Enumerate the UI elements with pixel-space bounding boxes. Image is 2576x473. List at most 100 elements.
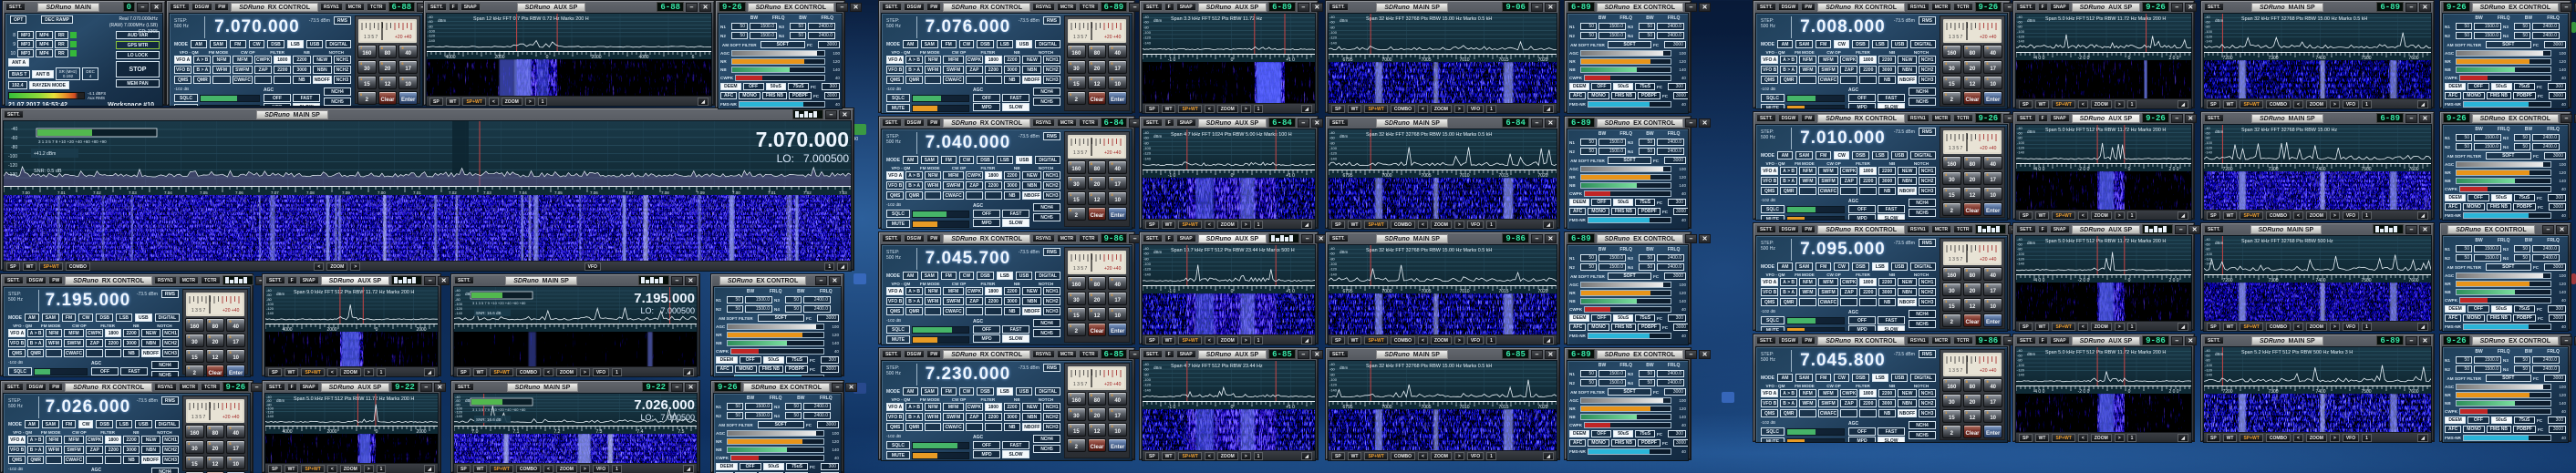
svg-text:-120: -120 xyxy=(8,163,17,169)
svg-text:-120: -120 xyxy=(1329,36,1338,40)
svg-text:Span 32 kHz FFT 32768 Pts RB: Span 32 kHz FFT 32768 Pts RBW 15.00 Hz M… xyxy=(1366,132,1492,138)
svg-text:-100: -100 xyxy=(2017,252,2025,256)
svg-text:7.4: 7.4 xyxy=(637,429,644,434)
svg-text:2 0 0: 2 0 0 xyxy=(2168,56,2178,60)
svg-text:+1 0: +1 0 xyxy=(1286,173,1295,178)
svg-text:7500: 7500 xyxy=(2361,167,2371,171)
svg-text:-60: -60 xyxy=(2205,19,2211,24)
svg-text:7.3: 7.3 xyxy=(596,429,603,434)
svg-text:-100: -100 xyxy=(2017,363,2025,367)
svg-text:-100: -100 xyxy=(2205,29,2213,34)
svg-text:-100: -100 xyxy=(1143,262,1152,266)
svg-text:4000: 4000 xyxy=(282,429,292,434)
svg-text:7015: 7015 xyxy=(1498,173,1508,178)
svg-text:7500: 7500 xyxy=(2361,389,2371,394)
svg-text:7.02: 7.02 xyxy=(93,190,101,195)
svg-text:-100: -100 xyxy=(2205,363,2213,367)
svg-text:7.1: 7.1 xyxy=(513,429,520,434)
svg-text:7000: 7000 xyxy=(1381,289,1391,293)
svg-text:-80: -80 xyxy=(1329,372,1336,376)
svg-text:-100: -100 xyxy=(2017,29,2025,34)
svg-text:-140: -140 xyxy=(2017,39,2025,44)
svg-text:dBm: dBm xyxy=(2215,18,2224,23)
svg-text:SNR: 16.6 dB: SNR: 16.6 dB xyxy=(476,417,502,422)
svg-text:7.06: 7.06 xyxy=(235,190,243,195)
svg-text:-100: -100 xyxy=(1143,377,1152,382)
svg-text:7020: 7020 xyxy=(1537,405,1547,409)
svg-text:2000: 2000 xyxy=(326,429,336,434)
svg-text:7010: 7010 xyxy=(1459,57,1469,62)
svg-text:+20 +40: +20 +40 xyxy=(1980,35,1997,40)
svg-text:7400: 7400 xyxy=(2315,278,2325,283)
svg-text:-120: -120 xyxy=(1143,151,1152,156)
svg-text:7000: 7000 xyxy=(1381,57,1391,62)
svg-text:-2 0 0: -2 0 0 xyxy=(2078,56,2090,60)
svg-text:dBm: dBm xyxy=(2215,352,2224,356)
svg-text:SNR: 16.6 dB: SNR: 16.6 dB xyxy=(476,311,502,315)
svg-text:0: 0 xyxy=(1231,57,1234,62)
svg-text:dBm: dBm xyxy=(1340,134,1349,139)
svg-text:-140: -140 xyxy=(2205,39,2213,44)
svg-text:7200: 7200 xyxy=(2222,389,2232,394)
svg-text:7300: 7300 xyxy=(2268,167,2278,171)
svg-text:-40: -40 xyxy=(1143,362,1150,366)
svg-text:7600: 7600 xyxy=(2408,278,2418,283)
svg-text:-140: -140 xyxy=(2205,150,2213,155)
svg-text:7010: 7010 xyxy=(1459,173,1469,178)
svg-text:1 3 5 7: 1 3 5 7 xyxy=(1073,266,1088,272)
svg-text:-120: -120 xyxy=(2017,34,2025,38)
svg-text:-120: -120 xyxy=(1143,267,1152,272)
svg-text:0: 0 xyxy=(546,55,549,59)
svg-text:-60: -60 xyxy=(2205,130,2211,135)
svg-text:+20 +40: +20 +40 xyxy=(222,308,240,314)
svg-text:6795: 6795 xyxy=(1342,57,1352,62)
svg-text:0: 0 xyxy=(2128,278,2131,283)
svg-text:-100: -100 xyxy=(2205,140,2213,145)
svg-text:-4 0 0: -4 0 0 xyxy=(2033,389,2045,394)
svg-text:7200: 7200 xyxy=(2222,167,2232,171)
svg-text:-2 0 0: -2 0 0 xyxy=(2078,167,2090,171)
svg-text:SNR: 0.5 dB: SNR: 0.5 dB xyxy=(34,169,62,174)
svg-text:+20 +40: +20 +40 xyxy=(1104,266,1122,272)
svg-text:-40: -40 xyxy=(2205,126,2211,130)
svg-text:6795: 6795 xyxy=(1342,173,1352,178)
svg-text:7.00: 7.00 xyxy=(732,190,740,195)
svg-text:-140: -140 xyxy=(1143,387,1152,392)
svg-text:7.02: 7.02 xyxy=(803,190,812,195)
svg-text:-2 0 0: -2 0 0 xyxy=(2078,278,2090,283)
svg-text:Span 5.0 kHz FFT 512 Pts RBW: Span 5.0 kHz FFT 512 Pts RBW 11.72 Hz Ma… xyxy=(2045,239,2166,244)
svg-text:-40: -40 xyxy=(1329,15,1336,19)
svg-text:7015: 7015 xyxy=(1498,289,1508,293)
svg-text:7500: 7500 xyxy=(2361,56,2371,60)
svg-text:+41.2 dBm: +41.2 dBm xyxy=(34,151,56,157)
svg-text:dBm: dBm xyxy=(2027,18,2036,23)
svg-text:7400: 7400 xyxy=(2315,389,2325,394)
svg-text:Span 4.7 kHz FFT 512 Pts RBW: Span 4.7 kHz FFT 512 Pts RBW 23.44 Hz xyxy=(1171,364,1263,369)
svg-text:-140: -140 xyxy=(1143,156,1152,160)
svg-text:6: 6 xyxy=(692,55,695,59)
svg-text:-80: -80 xyxy=(2205,358,2211,363)
svg-text:-100: -100 xyxy=(1329,262,1338,266)
svg-text:-140: -140 xyxy=(455,311,463,315)
svg-text:-100: -100 xyxy=(2205,252,2213,256)
svg-text:dBm: dBm xyxy=(276,398,285,403)
svg-text:7005: 7005 xyxy=(1421,405,1431,409)
svg-text:0: 0 xyxy=(1231,405,1234,409)
svg-text:-80: -80 xyxy=(1329,256,1336,261)
svg-text:7600: 7600 xyxy=(2408,167,2418,171)
svg-text:-40: -40 xyxy=(2017,237,2023,242)
svg-text:-80: -80 xyxy=(1143,140,1150,145)
svg-text:1 3 5 7: 1 3 5 7 xyxy=(1949,257,1963,262)
svg-text:-120: -120 xyxy=(2017,367,2025,372)
svg-text:-140: -140 xyxy=(266,311,274,315)
svg-text:7400: 7400 xyxy=(2315,56,2325,60)
svg-text:7015: 7015 xyxy=(1498,57,1508,62)
svg-text:7400: 7400 xyxy=(2315,167,2325,171)
svg-text:-60: -60 xyxy=(1329,252,1336,256)
svg-text:-80: -80 xyxy=(2017,358,2023,363)
svg-text:7300: 7300 xyxy=(2268,389,2278,394)
svg-text:7600: 7600 xyxy=(2408,389,2418,394)
svg-text:-40: -40 xyxy=(1329,362,1336,366)
svg-text:-100: -100 xyxy=(2017,140,2025,145)
svg-text:7.00: 7.00 xyxy=(22,190,30,195)
